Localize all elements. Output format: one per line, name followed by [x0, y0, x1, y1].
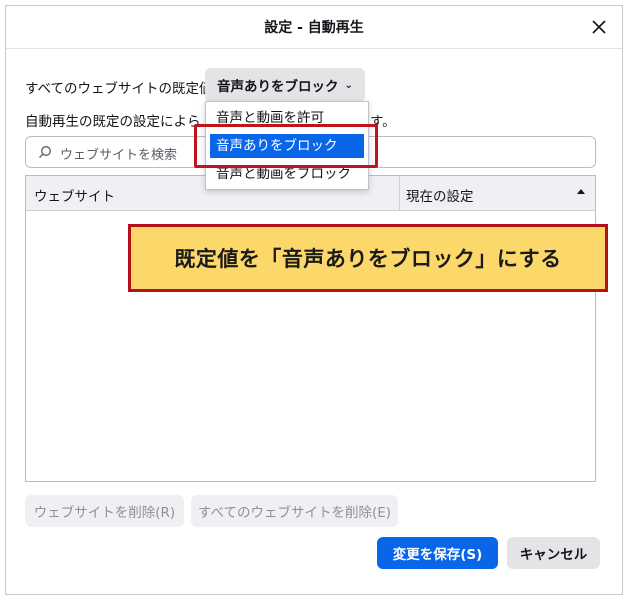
- default-setting-select[interactable]: 音声ありをブロック ⌄: [205, 68, 365, 102]
- remove-all-sites-button[interactable]: すべてのウェブサイトを削除(E): [191, 495, 398, 527]
- highlight-frame: [194, 124, 378, 168]
- column-header-website[interactable]: ウェブサイト: [34, 185, 115, 205]
- default-setting-label: すべてのウェブサイトの既定値:: [25, 81, 218, 97]
- sort-ascending-icon: [577, 189, 585, 194]
- dialog-titlebar: 設定 - 自動再生: [6, 6, 622, 49]
- save-changes-button[interactable]: 変更を保存(S): [377, 537, 498, 569]
- search-icon: [39, 146, 51, 158]
- cancel-button[interactable]: キャンセル: [507, 537, 600, 569]
- close-button[interactable]: [586, 14, 612, 40]
- chevron-down-icon: ⌄: [344, 79, 353, 91]
- description-text: 自動再生の既定の設定によら: [25, 114, 201, 130]
- column-divider: [399, 176, 400, 210]
- default-setting-value: 音声ありをブロック: [217, 79, 339, 95]
- site-permissions-table: ウェブサイト 現在の設定: [25, 175, 596, 482]
- search-placeholder: ウェブサイトを検索: [60, 148, 178, 163]
- dialog-title: 設定 - 自動再生: [264, 20, 364, 36]
- column-header-status[interactable]: 現在の設定: [406, 185, 474, 205]
- instruction-callout: 既定値を「音声ありをブロック」にする: [128, 224, 608, 292]
- remove-site-button[interactable]: ウェブサイトを削除(R): [25, 495, 184, 527]
- close-icon: [592, 20, 606, 34]
